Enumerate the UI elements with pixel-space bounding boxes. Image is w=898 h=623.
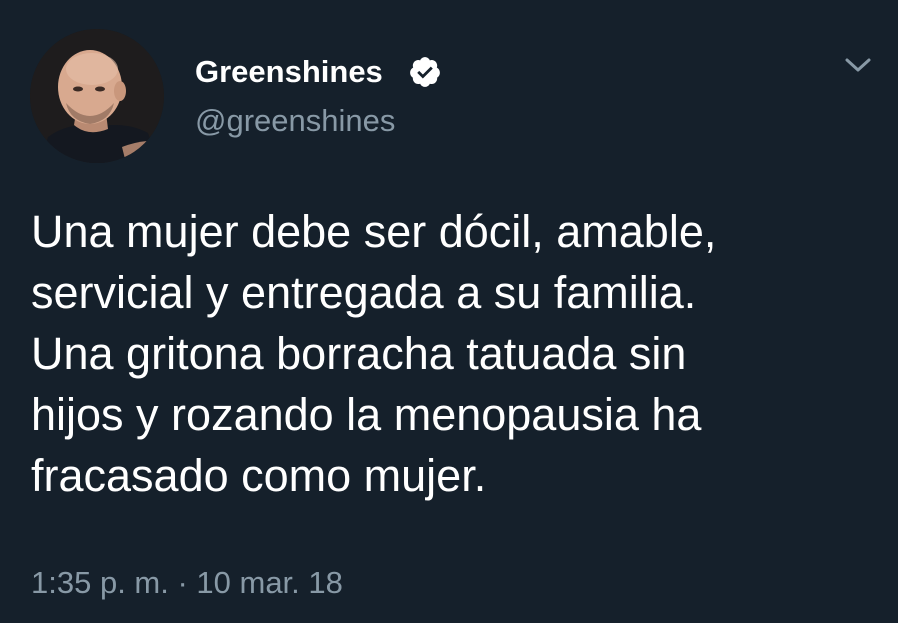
user-handle[interactable]: @greenshines	[195, 103, 395, 139]
tweet-text: Una mujer debe ser dócil, amable, servic…	[31, 201, 881, 506]
avatar[interactable]	[30, 29, 164, 163]
tweet-line: hijos y rozando la menopausia ha	[31, 389, 702, 440]
verified-badge-icon	[410, 57, 440, 87]
tweet-line: fracasado como mujer.	[31, 450, 487, 501]
tweet-line: servicial y entregada a su familia.	[31, 267, 697, 318]
tweet-timestamp[interactable]: 1:35 p. m. · 10 mar. 18	[31, 565, 343, 601]
display-name[interactable]: Greenshines	[195, 54, 383, 90]
chevron-down-icon[interactable]	[840, 50, 876, 80]
tweet-line: Una gritona borracha tatuada sin	[31, 328, 687, 379]
tweet-line: Una mujer debe ser dócil, amable,	[31, 206, 717, 257]
avatar-photo	[30, 29, 164, 163]
